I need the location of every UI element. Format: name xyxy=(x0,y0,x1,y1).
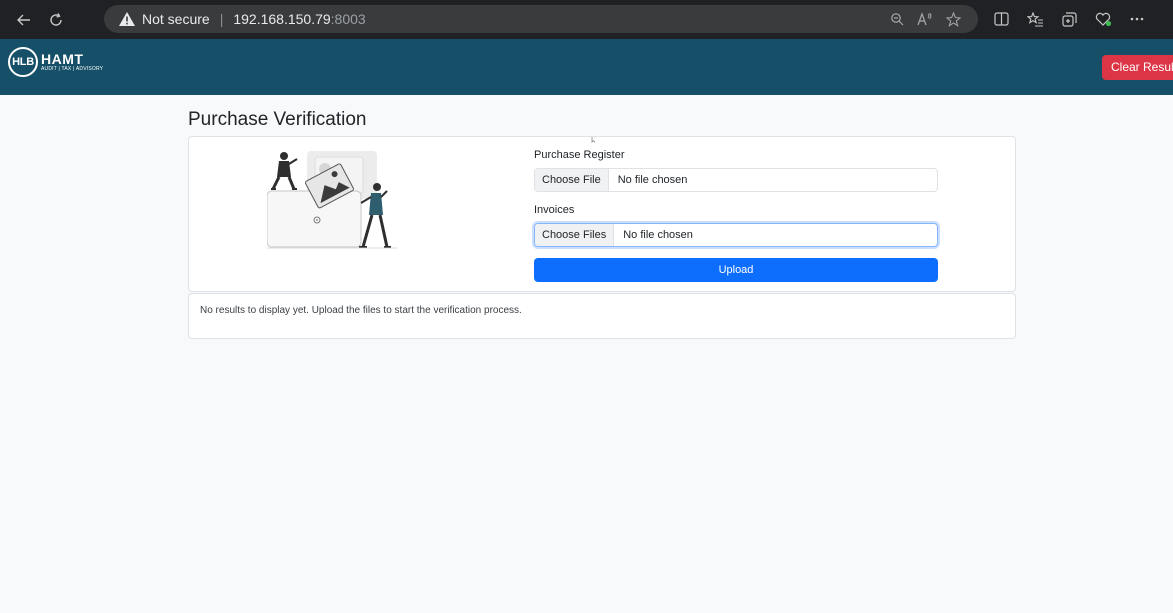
url-host: 192.168.150.79 xyxy=(233,11,331,27)
favorite-star-icon[interactable] xyxy=(942,8,964,30)
app-header: HLB HAMT AUDIT | TAX | ADVISORY xyxy=(0,39,1173,95)
logo-mark: HLB xyxy=(8,47,38,77)
choose-files-button[interactable]: Choose Files xyxy=(535,224,615,246)
address-separator: | xyxy=(219,11,224,27)
logo-word: HAMT xyxy=(41,51,84,67)
invoices-label: Invoices xyxy=(534,204,575,216)
results-card: No results to display yet. Upload the fi… xyxy=(188,293,1016,339)
company-logo[interactable]: HLB HAMT AUDIT | TAX | ADVISORY xyxy=(8,47,103,77)
choose-file-button[interactable]: Choose File xyxy=(535,169,609,191)
read-aloud-icon[interactable] xyxy=(914,8,936,30)
upload-illustration xyxy=(267,151,397,249)
logo-tagline: AUDIT | TAX | ADVISORY xyxy=(41,66,104,72)
zoom-icon[interactable] xyxy=(886,8,908,30)
favorites-icon[interactable] xyxy=(1020,4,1050,34)
clear-results-button[interactable]: Clear Results xyxy=(1102,55,1173,80)
more-options-icon[interactable] xyxy=(1122,4,1152,34)
collections-icon[interactable] xyxy=(1054,4,1084,34)
split-screen-icon[interactable] xyxy=(986,4,1016,34)
url-port: :8003 xyxy=(330,11,366,27)
purchase-register-label: Purchase Register xyxy=(534,149,625,161)
purchase-register-status: No file chosen xyxy=(617,174,688,186)
results-message: No results to display yet. Upload the fi… xyxy=(200,305,522,316)
invoices-file-input[interactable]: Choose Files No file chosen xyxy=(534,223,938,247)
invoices-status: No file chosen xyxy=(623,229,693,241)
page-title: Purchase Verification xyxy=(188,109,367,130)
upload-button[interactable]: Upload xyxy=(534,258,938,282)
security-label[interactable]: Not secure xyxy=(142,11,210,27)
refresh-icon[interactable] xyxy=(40,4,72,36)
browser-toolbar: Not secure | 192.168.150.79:8003 xyxy=(0,0,1173,39)
purchase-register-file-input[interactable]: Choose File No file chosen xyxy=(534,168,938,192)
mouse-cursor-icon xyxy=(591,137,596,143)
warning-icon xyxy=(119,12,135,26)
back-arrow-icon[interactable] xyxy=(8,4,40,36)
upload-card: Purchase Register Choose File No file ch… xyxy=(188,136,1016,292)
address-bar[interactable]: Not secure | 192.168.150.79:8003 xyxy=(104,5,978,33)
browser-essentials-icon[interactable] xyxy=(1088,4,1118,34)
